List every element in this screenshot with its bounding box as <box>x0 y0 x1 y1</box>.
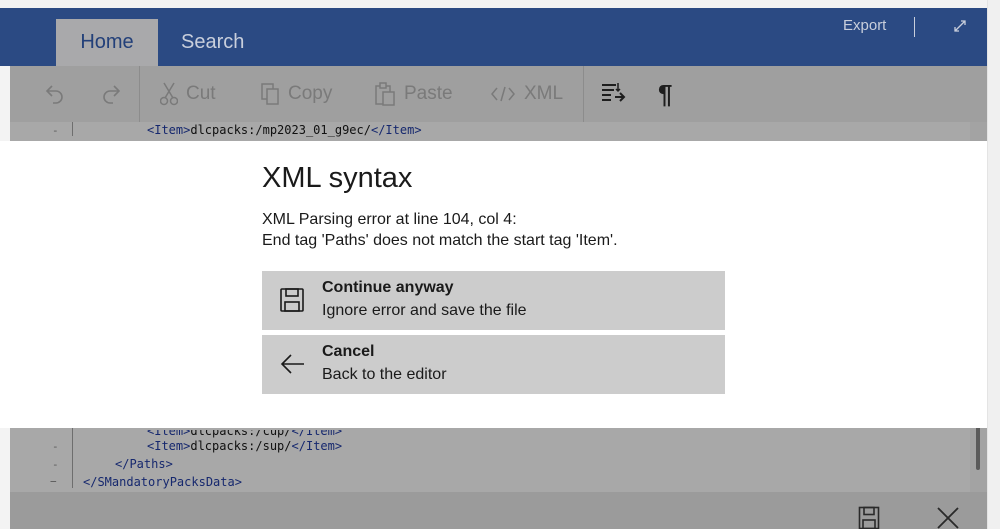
copy-icon <box>261 83 279 105</box>
code-tag-close: </Item> <box>291 439 343 453</box>
undo-button[interactable] <box>44 66 66 122</box>
undo-icon <box>45 85 63 104</box>
toolbar-divider <box>583 66 584 122</box>
expand-icon[interactable] <box>952 16 968 34</box>
dialog-message: XML Parsing error at line 104, col 4: En… <box>262 209 618 251</box>
fold-rail <box>72 122 73 136</box>
cut-button[interactable]: Cut <box>160 66 216 122</box>
dialog-message-line-2: End tag 'Paths' does not match the start… <box>262 232 618 249</box>
cancel-subtitle: Back to the editor <box>322 366 447 383</box>
format-document-icon <box>602 83 626 102</box>
code-line: <Item>dlcpacks:/sup/</Item> <box>147 439 342 453</box>
paste-button[interactable]: Paste <box>374 66 453 122</box>
window-top-strip <box>0 0 1000 8</box>
code-tag: </Paths> <box>115 457 173 471</box>
copy-label: Copy <box>288 83 333 104</box>
fold-marker: - <box>52 124 59 137</box>
code-text: dlcpacks:/mp2023_01_g9ec/ <box>190 123 371 137</box>
tab-home[interactable]: Home <box>56 19 158 66</box>
continue-anyway-subtitle: Ignore error and save the file <box>322 302 527 319</box>
save-icon[interactable] <box>858 506 880 529</box>
scissors-icon <box>160 82 178 106</box>
continue-anyway-title: Continue anyway <box>322 279 454 296</box>
code-tag: </SMandatoryPacksData> <box>83 475 242 489</box>
code-text: dlcpacks:/sup/ <box>190 439 292 453</box>
pilcrow-icon: ¶ <box>658 78 673 109</box>
fold-toggle[interactable]: − <box>50 475 57 488</box>
cancel-button[interactable]: Cancel Back to the editor <box>262 335 725 394</box>
copy-button[interactable]: Copy <box>260 66 332 122</box>
fold-rail <box>72 428 73 488</box>
dialog-title: XML syntax <box>262 162 413 194</box>
right-gutter <box>987 0 1000 529</box>
redo-icon <box>103 85 121 104</box>
back-arrow-icon <box>280 354 304 374</box>
close-icon[interactable] <box>936 506 960 529</box>
code-line: </Paths> <box>115 457 173 471</box>
continue-anyway-button[interactable]: Continue anyway Ignore error and save th… <box>262 271 725 330</box>
app-header: Home Search Export <box>0 8 987 66</box>
code-tag-open: <Item> <box>147 123 191 137</box>
redo-button[interactable] <box>100 66 122 122</box>
dialog-message-line-1: XML Parsing error at line 104, col 4: <box>262 211 517 228</box>
format-button[interactable] <box>600 66 626 122</box>
cut-label: Cut <box>186 83 216 104</box>
toolbar: Cut Copy Paste XML ¶ <box>10 66 987 122</box>
editor-footer <box>10 492 987 529</box>
xml-button[interactable]: XML <box>490 66 563 122</box>
tab-home-label: Home <box>80 31 134 53</box>
code-tag-open: <Item> <box>147 439 191 453</box>
tab-search[interactable]: Search <box>181 31 244 54</box>
code-icon <box>491 86 515 102</box>
fold-marker: - <box>52 458 59 471</box>
paste-label: Paste <box>404 83 453 104</box>
xml-syntax-dialog: XML syntax XML Parsing error at line 104… <box>0 141 987 428</box>
fold-marker: - <box>52 440 59 453</box>
xml-label: XML <box>524 83 564 104</box>
code-line: <Item>dlcpacks:/mp2023_01_g9ec/</Item> <box>147 123 422 137</box>
export-button[interactable]: Export <box>843 17 886 34</box>
show-formatting-button[interactable]: ¶ <box>658 66 672 122</box>
save-icon <box>280 288 304 312</box>
code-line: </SMandatoryPacksData> <box>83 475 242 489</box>
code-tag-close: </Item> <box>370 123 422 137</box>
paste-icon <box>375 82 395 106</box>
header-divider <box>914 17 915 37</box>
vertical-scrollbar[interactable] <box>976 422 980 470</box>
cancel-title: Cancel <box>322 343 375 360</box>
toolbar-divider <box>139 66 140 122</box>
